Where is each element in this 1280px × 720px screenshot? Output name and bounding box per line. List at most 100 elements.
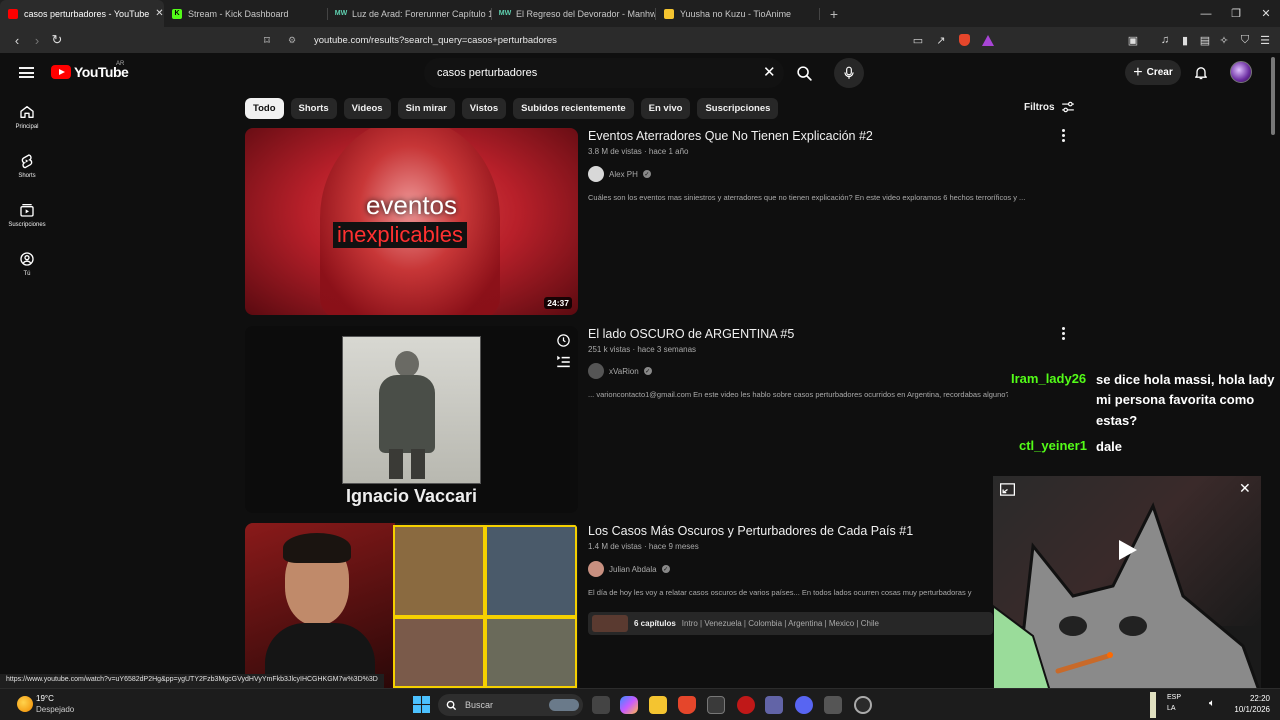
media-icon[interactable]: ♫ — [1157, 32, 1173, 48]
chip-unwatched[interactable]: Sin mirar — [397, 98, 455, 119]
taskbar-search[interactable]: Buscar — [438, 694, 583, 716]
video-title[interactable]: Eventos Aterradores Que No Tienen Explic… — [588, 129, 873, 143]
reader-icon[interactable]: ▮ — [1177, 32, 1193, 48]
chip-watched[interactable]: Vistos — [461, 98, 507, 119]
bookmark-icon[interactable]: ⌑ — [258, 31, 276, 49]
youtube-favicon — [8, 8, 18, 19]
thumbnail-collage-cell — [393, 525, 485, 617]
clock-time[interactable]: 22:20 — [1230, 694, 1270, 703]
mini-player[interactable]: ✕ — [993, 476, 1261, 701]
reload-icon[interactable]: ↻ — [48, 31, 66, 49]
maximize-icon[interactable]: ❐ — [1220, 0, 1252, 27]
video-title[interactable]: El lado OSCURO de ARGENTINA #5 — [588, 327, 794, 341]
chat-message: se dice hola massi, hola lady — [1096, 372, 1275, 387]
url-field[interactable]: ⚙ youtube.com/results?search_query=casos… — [280, 30, 1000, 50]
tab-youtube[interactable]: casos perturbadores - YouTube ✕ — [0, 0, 164, 27]
language-indicator[interactable]: LA — [1167, 705, 1176, 712]
wallet-icon[interactable]: ▤ — [1197, 32, 1213, 48]
sidebar-icon[interactable]: ▣ — [1125, 32, 1141, 48]
close-window-icon[interactable]: ✕ — [1250, 0, 1280, 27]
chip-shorts[interactable]: Shorts — [290, 98, 337, 119]
tab-manhwa-1[interactable]: MW Luz de Arad: Forerunner Capítulo 1 ma — [328, 0, 492, 27]
chip-all[interactable]: Todo — [245, 98, 284, 119]
notifications-bell-icon[interactable] — [1193, 64, 1209, 81]
video-title[interactable]: Los Casos Más Oscuros y Perturbadores de… — [588, 524, 913, 538]
verified-icon: ✓ — [642, 170, 651, 178]
language-indicator[interactable]: ESP — [1167, 694, 1181, 701]
file-explorer-icon[interactable] — [649, 696, 667, 714]
video-thumbnail[interactable] — [245, 523, 578, 688]
steam-icon[interactable] — [854, 696, 872, 714]
chip-recently-uploaded[interactable]: Subidos recientemente — [513, 98, 634, 119]
brave-browser-icon[interactable] — [678, 696, 696, 714]
app-icon[interactable] — [824, 696, 842, 714]
guide-item-home[interactable]: Principal — [0, 104, 54, 130]
video-thumbnail[interactable]: Ignacio Vaccari — [245, 326, 578, 513]
search-value: casos perturbadores — [437, 67, 538, 79]
windows-taskbar: 19°C Despejado Buscar ESP LA 🔈︎ 22:20 10… — [0, 688, 1280, 720]
chip-live[interactable]: En vivo — [640, 98, 691, 119]
site-settings-icon[interactable]: ⚙ — [288, 35, 302, 46]
share-icon[interactable]: ↗ — [933, 32, 949, 48]
close-tab-icon[interactable]: ✕ — [155, 8, 163, 19]
volume-icon[interactable]: 🔈︎ — [1209, 698, 1215, 709]
guide-item-subscriptions[interactable]: Suscripciones — [0, 202, 54, 228]
thumbnail-collage-cell — [485, 525, 577, 617]
brave-shield-icon[interactable] — [956, 32, 972, 48]
voice-search-button[interactable] — [834, 58, 864, 88]
discord-icon[interactable] — [795, 696, 813, 714]
store-icon[interactable] — [707, 696, 725, 714]
new-tab-button[interactable]: + — [820, 6, 848, 22]
tab-manhwa-2[interactable]: MW El Regreso del Devorador - Manhwa — [492, 0, 656, 27]
clock-date[interactable]: 10/1/2026 — [1222, 705, 1270, 714]
youtube-logo[interactable]: YouTube AR — [51, 61, 129, 80]
watch-later-icon[interactable] — [556, 333, 571, 348]
add-to-queue-icon[interactable] — [556, 355, 571, 369]
leo-ai-icon[interactable]: ✧ — [1216, 32, 1232, 48]
chip-videos[interactable]: Videos — [343, 98, 391, 119]
guide-item-you[interactable]: Tú — [0, 251, 54, 277]
channel-link[interactable]: Julian Abdala ✓ — [588, 561, 670, 577]
search-input[interactable]: casos perturbadores — [424, 58, 784, 88]
more-actions-icon[interactable] — [1061, 129, 1066, 142]
weather-desc: Despejado — [36, 705, 75, 714]
rewards-icon[interactable] — [980, 32, 996, 48]
youtube-header: YouTube AR casos perturbadores ✕ + Crear — [0, 53, 1280, 93]
play-icon[interactable] — [1117, 538, 1139, 562]
filters-button[interactable]: Filtros — [1024, 101, 1075, 113]
address-toolbar: ‹ › ↻ ⌑ ⚙ youtube.com/results?search_que… — [0, 27, 1280, 53]
teams-icon[interactable] — [765, 696, 783, 714]
tab-title: El Regreso del Devorador - Manhwa — [516, 8, 656, 19]
forward-icon[interactable]: › — [28, 31, 46, 49]
copilot-icon[interactable] — [620, 696, 638, 714]
clear-search-icon[interactable]: ✕ — [763, 65, 776, 81]
channel-link[interactable]: xVaRion ✓ — [588, 363, 652, 379]
thumbnail-caption: Ignacio Vaccari — [345, 486, 478, 506]
cast-icon[interactable]: ▭ — [910, 32, 926, 48]
create-button[interactable]: + Crear — [1125, 60, 1181, 85]
tab-tioanime[interactable]: Yuusha no Kuzu - TioAnime — [656, 0, 820, 27]
thumbnail-text: eventos — [365, 190, 458, 220]
vpn-icon[interactable]: ⛉ — [1237, 32, 1253, 48]
search-button[interactable] — [789, 58, 819, 88]
task-view-icon[interactable] — [592, 696, 610, 714]
windows-start-icon[interactable] — [413, 696, 430, 713]
tab-kick[interactable]: K Stream - Kick Dashboard — [164, 0, 328, 27]
back-icon[interactable]: ‹ — [8, 31, 26, 49]
minimize-icon[interactable]: — — [1190, 0, 1222, 27]
chapters-bar[interactable]: 6 capítulos Intro | Venezuela | Colombia… — [588, 612, 993, 635]
expand-player-icon[interactable] — [1000, 483, 1015, 496]
more-actions-icon[interactable] — [1061, 327, 1066, 340]
hamburger-menu-icon[interactable] — [19, 67, 34, 78]
menu-icon[interactable]: ☰ — [1257, 32, 1273, 48]
video-thumbnail[interactable]: eventos inexplicables 24:37 — [245, 128, 578, 315]
close-player-icon[interactable]: ✕ — [1239, 480, 1251, 497]
channel-link[interactable]: Alex PH ✓ — [588, 166, 651, 182]
page-scrollbar[interactable] — [1271, 57, 1275, 135]
user-avatar[interactable] — [1230, 61, 1252, 83]
weather-icon[interactable] — [17, 696, 33, 712]
recording-app-icon[interactable] — [737, 696, 755, 714]
chip-subscriptions[interactable]: Suscripciones — [697, 98, 779, 119]
search-icon — [446, 700, 457, 710]
guide-item-shorts[interactable]: Shorts — [0, 153, 54, 179]
